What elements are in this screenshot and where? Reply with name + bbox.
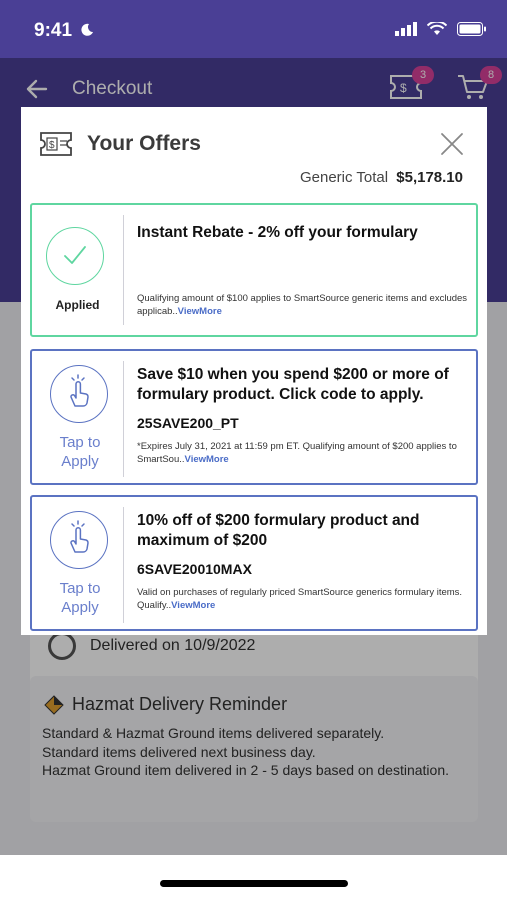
offer-fine-print: *Expires July 31, 2021 at 11:59 pm ET. Q… [137, 441, 473, 466]
checkmark-icon [64, 246, 86, 264]
generic-total-label: Generic Total [299, 169, 389, 186]
generic-total: Generic Total $5,178.10 [300, 169, 463, 186]
offer-card-applied[interactable]: Applied Instant Rebate - 2% off your for… [30, 203, 478, 337]
offer-card[interactable]: Tap to Apply Save $10 when you spend $20… [30, 349, 478, 485]
offer-title: 10% off of $200 formulary product and ma… [137, 512, 420, 549]
promo-code[interactable]: 6SAVE20010MAX [137, 561, 473, 577]
status-time: 9:41 [34, 20, 94, 42]
offer-title: Save $10 when you spend $200 or more of … [137, 366, 449, 403]
tap-circle[interactable] [50, 365, 108, 423]
offer-fine-print: Valid on purchases of regularly priced S… [137, 587, 473, 612]
battery-icon [457, 22, 486, 36]
tap-to-apply-label[interactable]: Tap to Apply [32, 433, 128, 471]
coupon-icon: $ [40, 132, 72, 156]
wifi-icon [427, 22, 447, 35]
view-more-link[interactable]: ViewMore [185, 454, 229, 465]
check-circle [46, 227, 104, 285]
modal-title: Your Offers [87, 132, 201, 155]
tap-label-line: Tap to [59, 580, 101, 597]
view-more-link[interactable]: ViewMore [171, 600, 215, 611]
status-time-text: 9:41 [34, 20, 73, 41]
offer-status[interactable]: Tap to Apply [32, 497, 123, 629]
tap-hand-icon [70, 520, 89, 553]
signal-icon [395, 22, 417, 36]
tap-label-line: Apply [61, 453, 99, 470]
applied-label: Applied [55, 298, 100, 312]
offer-divider [123, 215, 124, 325]
promo-code[interactable]: 25SAVE200_PT [137, 415, 473, 431]
status-bar: 9:41 [0, 0, 507, 58]
close-icon[interactable] [439, 131, 465, 157]
tap-label-line: Tap to [59, 434, 101, 451]
offer-body: 10% off of $200 formulary product and ma… [137, 511, 473, 612]
offers-modal: $ Your Offers Generic Total $5,178.10 Ap… [21, 107, 487, 635]
view-more-link[interactable]: ViewMore [178, 306, 222, 317]
offer-fine-print: Qualifying amount of $100 applies to Sma… [137, 293, 473, 318]
offer-body: Save $10 when you spend $200 or more of … [137, 365, 473, 466]
offer-title: Instant Rebate - 2% off your formulary [137, 224, 418, 241]
tap-to-apply-label[interactable]: Tap to Apply [32, 579, 128, 617]
offer-body: Instant Rebate - 2% off your formulary Q… [137, 223, 473, 318]
tap-hand-icon [70, 374, 89, 407]
modal-header: $ Your Offers Generic Total $5,178.10 [21, 107, 487, 197]
offer-divider [123, 507, 124, 623]
offer-status: Applied [32, 205, 123, 335]
status-icons [395, 22, 487, 36]
moon-icon [81, 23, 94, 36]
offer-status[interactable]: Tap to Apply [32, 351, 123, 483]
tap-circle[interactable] [50, 511, 108, 569]
offer-divider [123, 361, 124, 477]
offer-card[interactable]: Tap to Apply 10% off of $200 formulary p… [30, 495, 478, 631]
home-indicator [160, 880, 348, 887]
tap-label-line: Apply [61, 599, 99, 616]
svg-text:$: $ [49, 140, 55, 151]
generic-total-value: $5,178.10 [396, 169, 463, 186]
